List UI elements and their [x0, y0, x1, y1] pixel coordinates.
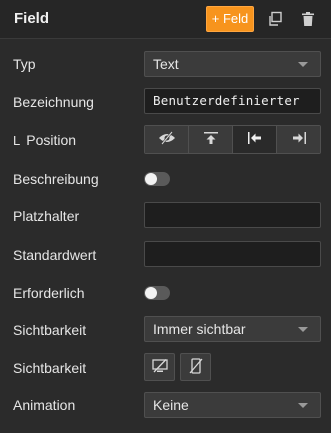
- hide-desktop-icon: [151, 358, 168, 376]
- toggle-knob: [145, 287, 157, 299]
- position-hidden-option[interactable]: [145, 126, 189, 153]
- right-icon: [291, 131, 307, 148]
- chevron-down-icon: [298, 62, 308, 67]
- position-top-option[interactable]: [189, 126, 233, 153]
- sichtbarkeit-label: Sichtbarkeit: [13, 322, 87, 338]
- left-icon: [247, 131, 263, 148]
- top-icon: [203, 131, 219, 148]
- position-right-option[interactable]: [277, 126, 320, 153]
- erforderlich-toggle[interactable]: [144, 286, 170, 300]
- standardwert-label: Standardwert: [13, 247, 97, 263]
- beschreibung-toggle[interactable]: [144, 172, 170, 186]
- beschreibung-label: Beschreibung: [13, 171, 99, 187]
- platzhalter-label: Platzhalter: [13, 208, 80, 224]
- position-label-text: Position: [26, 132, 77, 148]
- typ-label: Typ: [13, 56, 36, 72]
- animation-label: Animation: [13, 397, 76, 413]
- hide-on-mobile-button[interactable]: [180, 353, 211, 381]
- copy-icon[interactable]: [264, 8, 286, 30]
- typ-select[interactable]: Text: [144, 51, 321, 77]
- hidden-icon: [158, 131, 176, 148]
- trash-icon[interactable]: [297, 8, 319, 30]
- sub-item-marker: L: [13, 133, 21, 148]
- bezeichnung-label: Bezeichnung: [13, 94, 94, 110]
- sichtbarkeit-select[interactable]: Immer sichtbar: [144, 316, 321, 342]
- platzhalter-input[interactable]: [144, 202, 321, 228]
- hide-on-desktop-button[interactable]: [144, 353, 175, 381]
- hide-mobile-icon: [189, 357, 203, 377]
- bezeichnung-input[interactable]: Benutzerdefinierter: [144, 88, 321, 114]
- sichtbarkeit-select-value: Immer sichtbar: [153, 321, 246, 337]
- animation-select[interactable]: Keine: [144, 392, 321, 418]
- typ-select-value: Text: [153, 56, 179, 72]
- chevron-down-icon: [298, 327, 308, 332]
- position-segmented-control: [144, 125, 321, 154]
- animation-select-value: Keine: [153, 397, 189, 413]
- sichtbarkeit-device-label: Sichtbarkeit: [13, 360, 87, 376]
- position-left-option[interactable]: [233, 126, 277, 153]
- add-field-button[interactable]: + Feld: [206, 6, 254, 32]
- position-label: L Position: [13, 132, 76, 148]
- panel-title: Field: [14, 10, 50, 27]
- chevron-down-icon: [298, 403, 308, 408]
- panel-header: Field + Feld: [0, 0, 331, 39]
- toggle-knob: [145, 173, 157, 185]
- standardwert-input[interactable]: [144, 241, 321, 267]
- erforderlich-label: Erforderlich: [13, 285, 85, 301]
